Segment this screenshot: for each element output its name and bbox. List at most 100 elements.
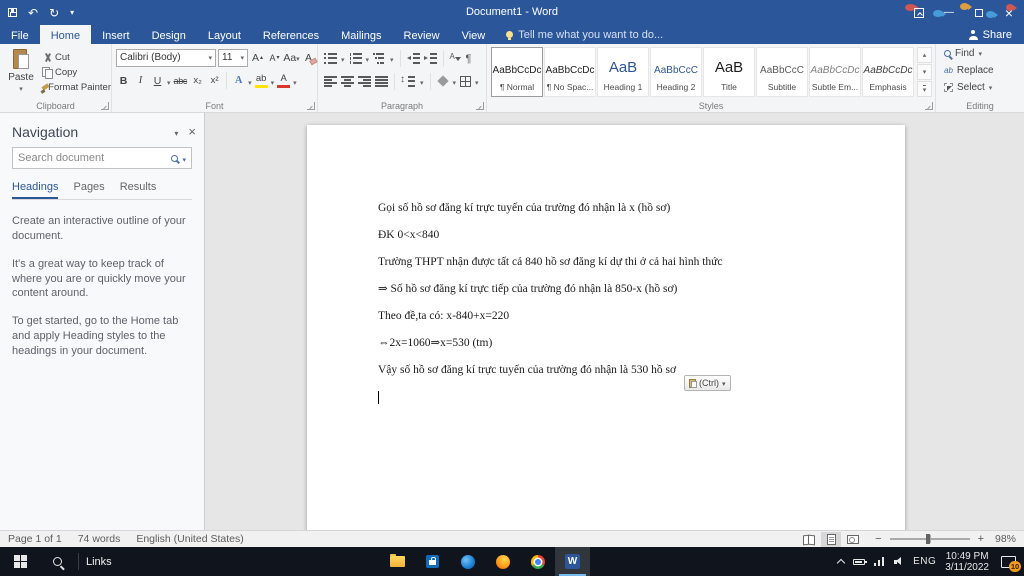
- search-options-icon[interactable]: [182, 149, 186, 167]
- bold-button[interactable]: B: [116, 72, 131, 89]
- start-button[interactable]: [0, 547, 40, 576]
- navigation-options-icon[interactable]: [174, 123, 178, 141]
- redo-icon[interactable]: [49, 6, 59, 20]
- edge-icon[interactable]: [450, 547, 485, 576]
- tab-home[interactable]: Home: [39, 25, 92, 44]
- find-button[interactable]: Find: [944, 46, 1024, 61]
- style-title[interactable]: AaB Title: [703, 47, 755, 97]
- borders-button[interactable]: [460, 75, 472, 87]
- font-dialog-launcher-icon[interactable]: [307, 102, 315, 110]
- italic-button[interactable]: I: [133, 72, 148, 89]
- superscript-button[interactable]: x²: [207, 72, 222, 89]
- customize-qat-icon[interactable]: [70, 8, 74, 17]
- save-icon[interactable]: [8, 8, 17, 17]
- style-emphasis[interactable]: AaBbCcDc Emphasis: [862, 47, 914, 97]
- paste-options-button[interactable]: (Ctrl): [684, 375, 731, 391]
- minimize-icon[interactable]: [934, 0, 964, 25]
- keyboard-language[interactable]: ENG: [913, 556, 936, 567]
- align-right-button[interactable]: [358, 75, 371, 87]
- tab-file[interactable]: File: [0, 25, 40, 44]
- align-center-button[interactable]: [341, 75, 354, 87]
- zoom-level[interactable]: 98%: [992, 533, 1016, 545]
- cut-button[interactable]: Cut: [42, 50, 111, 65]
- numbering-button[interactable]: [348, 52, 362, 64]
- font-size-select[interactable]: 11: [218, 48, 248, 67]
- styles-scroll-down-icon[interactable]: [917, 64, 932, 80]
- format-painter-button[interactable]: Format Painter: [42, 80, 111, 95]
- increase-indent-button[interactable]: [423, 52, 437, 64]
- line-spacing-button[interactable]: [400, 74, 416, 87]
- file-explorer-icon[interactable]: [380, 547, 415, 576]
- align-left-button[interactable]: [324, 75, 337, 87]
- highlight-button[interactable]: ab: [254, 72, 269, 89]
- borders-dropdown-icon[interactable]: [475, 72, 479, 90]
- tab-insert[interactable]: Insert: [91, 25, 141, 44]
- strikethrough-button[interactable]: abc: [173, 72, 189, 89]
- text-effects-button[interactable]: A: [231, 72, 246, 89]
- tab-references[interactable]: References: [252, 25, 330, 44]
- numbering-dropdown-icon[interactable]: [366, 49, 370, 67]
- styles-dialog-launcher-icon[interactable]: [925, 102, 933, 110]
- show-hide-pilcrow-button[interactable]: [466, 49, 472, 67]
- underline-dropdown-icon[interactable]: [167, 72, 171, 90]
- replace-button[interactable]: Replace: [944, 63, 1024, 78]
- microsoft-store-icon[interactable]: [415, 547, 450, 576]
- line-spacing-dropdown-icon[interactable]: [420, 72, 424, 90]
- zoom-slider-thumb[interactable]: [925, 534, 930, 544]
- tell-me-box[interactable]: Tell me what you want to do...: [506, 25, 663, 44]
- shading-dropdown-icon[interactable]: [453, 72, 457, 90]
- search-icon[interactable]: [171, 154, 179, 162]
- font-color-button[interactable]: A: [276, 72, 291, 89]
- action-center-icon[interactable]: 10: [1001, 555, 1021, 572]
- bullets-button[interactable]: [324, 52, 337, 64]
- styles-more-icon[interactable]: [917, 81, 932, 97]
- zoom-out-button[interactable]: [875, 533, 881, 545]
- chrome-icon[interactable]: [520, 547, 555, 576]
- navigation-close-icon[interactable]: [188, 123, 196, 141]
- shading-button[interactable]: [436, 75, 449, 87]
- word-taskbar-icon[interactable]: [555, 547, 590, 576]
- nav-tab-results[interactable]: Results: [120, 181, 157, 199]
- maximize-icon[interactable]: [964, 0, 994, 25]
- font-color-dropdown-icon[interactable]: [293, 72, 297, 90]
- select-button[interactable]: Select: [944, 80, 1024, 95]
- highlight-dropdown-icon[interactable]: [271, 72, 275, 90]
- web-layout-button[interactable]: [843, 532, 863, 547]
- justify-button[interactable]: [375, 75, 388, 87]
- zoom-slider[interactable]: [889, 534, 970, 544]
- close-icon[interactable]: [994, 0, 1024, 25]
- page-indicator[interactable]: Page 1 of 1: [8, 533, 62, 545]
- ribbon-display-options-icon[interactable]: [904, 0, 934, 25]
- tab-design[interactable]: Design: [141, 25, 197, 44]
- style-heading-2[interactable]: AaBbCcC Heading 2: [650, 47, 702, 97]
- grow-font-button[interactable]: A: [250, 49, 265, 66]
- network-icon[interactable]: [874, 557, 886, 566]
- shrink-font-button[interactable]: A: [267, 49, 282, 66]
- style-heading-1[interactable]: AaB Heading 1: [597, 47, 649, 97]
- document-area[interactable]: Gọi số hồ sơ đăng kí trực tuyến của trườ…: [205, 113, 1024, 530]
- firefox-icon[interactable]: [485, 547, 520, 576]
- nav-tab-pages[interactable]: Pages: [73, 181, 104, 199]
- style-subtitle[interactable]: AaBbCcC Subtitle: [756, 47, 808, 97]
- print-layout-button[interactable]: [821, 531, 842, 547]
- style-subtle-emphasis[interactable]: AaBbCcDc Subtle Em...: [809, 47, 861, 97]
- battery-icon[interactable]: [853, 558, 868, 565]
- copy-button[interactable]: Copy: [42, 65, 111, 80]
- show-hidden-icons-chevron[interactable]: [836, 558, 846, 567]
- bullets-dropdown-icon[interactable]: [341, 49, 345, 67]
- style-normal[interactable]: AaBbCcDc ¶ Normal: [491, 47, 543, 97]
- font-family-select[interactable]: Calibri (Body): [116, 48, 216, 67]
- document-page[interactable]: Gọi số hồ sơ đăng kí trực tuyến của trườ…: [307, 125, 905, 530]
- zoom-in-button[interactable]: [978, 533, 984, 545]
- document-content[interactable]: Gọi số hồ sơ đăng kí trực tuyến của trườ…: [307, 125, 905, 404]
- word-count[interactable]: 74 words: [78, 533, 121, 545]
- multilevel-list-button[interactable]: [373, 52, 387, 64]
- multilevel-dropdown-icon[interactable]: [390, 49, 394, 67]
- undo-icon[interactable]: [28, 6, 38, 20]
- taskbar-search-button[interactable]: [40, 547, 74, 576]
- tab-view[interactable]: View: [451, 25, 497, 44]
- paste-button[interactable]: Paste: [4, 48, 38, 98]
- decrease-indent-button[interactable]: [406, 52, 420, 64]
- search-input[interactable]: [18, 152, 168, 164]
- underline-button[interactable]: U: [150, 72, 165, 89]
